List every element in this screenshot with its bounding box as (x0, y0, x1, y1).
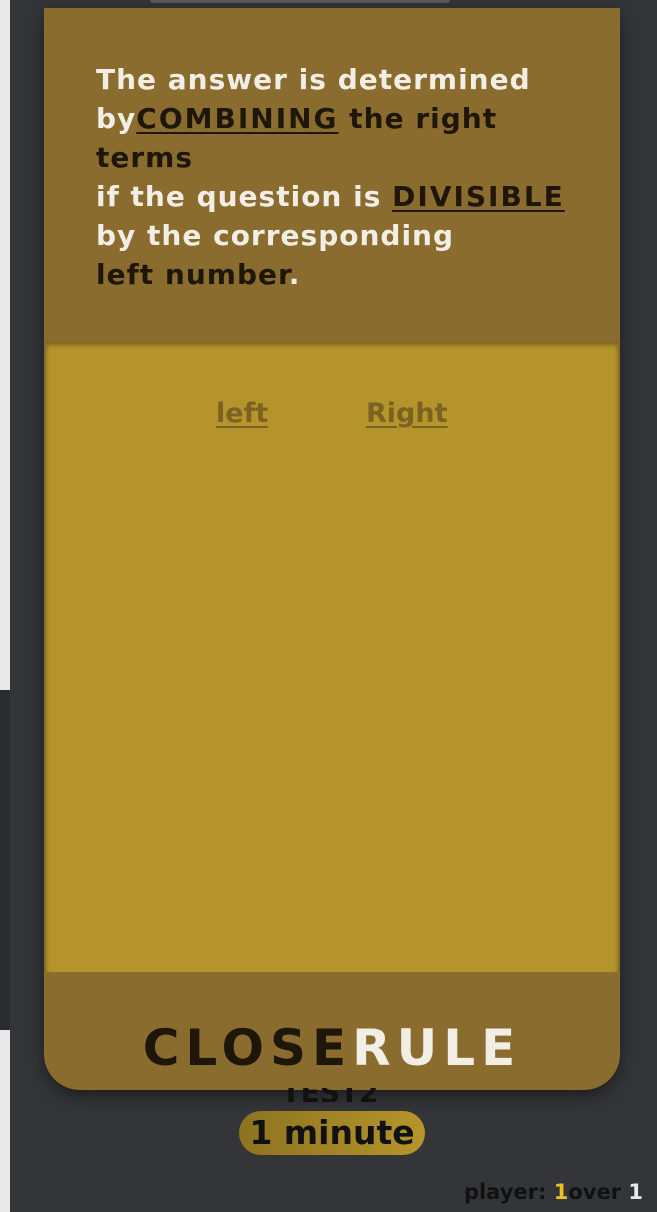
rule-columns-panel: left Right (46, 342, 618, 972)
rule-line1: The answer is determined (96, 63, 531, 96)
player-total: 1 (628, 1180, 643, 1204)
player-counter: player: 1over 1 (464, 1180, 643, 1204)
top-handle-bar (150, 0, 450, 3)
rule-line5-end: . (288, 258, 301, 291)
rule-description: The answer is determined byCOMBINING the… (96, 60, 576, 294)
rule-line5: left number (96, 258, 289, 291)
rule-line4: by the corresponding (96, 219, 455, 252)
player-current: 1 (553, 1180, 569, 1204)
background-dark-strip (0, 690, 10, 1030)
close-rule-button[interactable]: CLOSERULE (44, 1020, 620, 1076)
column-header-left[interactable]: left (216, 398, 268, 429)
column-header-right[interactable]: Right (366, 398, 448, 429)
player-over: over (568, 1180, 622, 1204)
rule-line3-prefix: if the question is (96, 180, 393, 213)
background-content-strip (0, 0, 10, 1212)
keyword-combining: COMBINING (136, 102, 339, 135)
rule-modal: The answer is determined byCOMBINING the… (44, 8, 620, 1090)
rule-label: RULE (352, 1019, 522, 1077)
timer-badge: 1 minute (239, 1111, 425, 1155)
rule-line2-prefix: by (96, 102, 137, 135)
close-label: CLOSE (142, 1019, 353, 1077)
player-label: player: (463, 1180, 547, 1204)
keyword-divisible: DIVISIBLE (392, 180, 565, 213)
timer-peek-text: TEST2 (280, 1088, 380, 1102)
